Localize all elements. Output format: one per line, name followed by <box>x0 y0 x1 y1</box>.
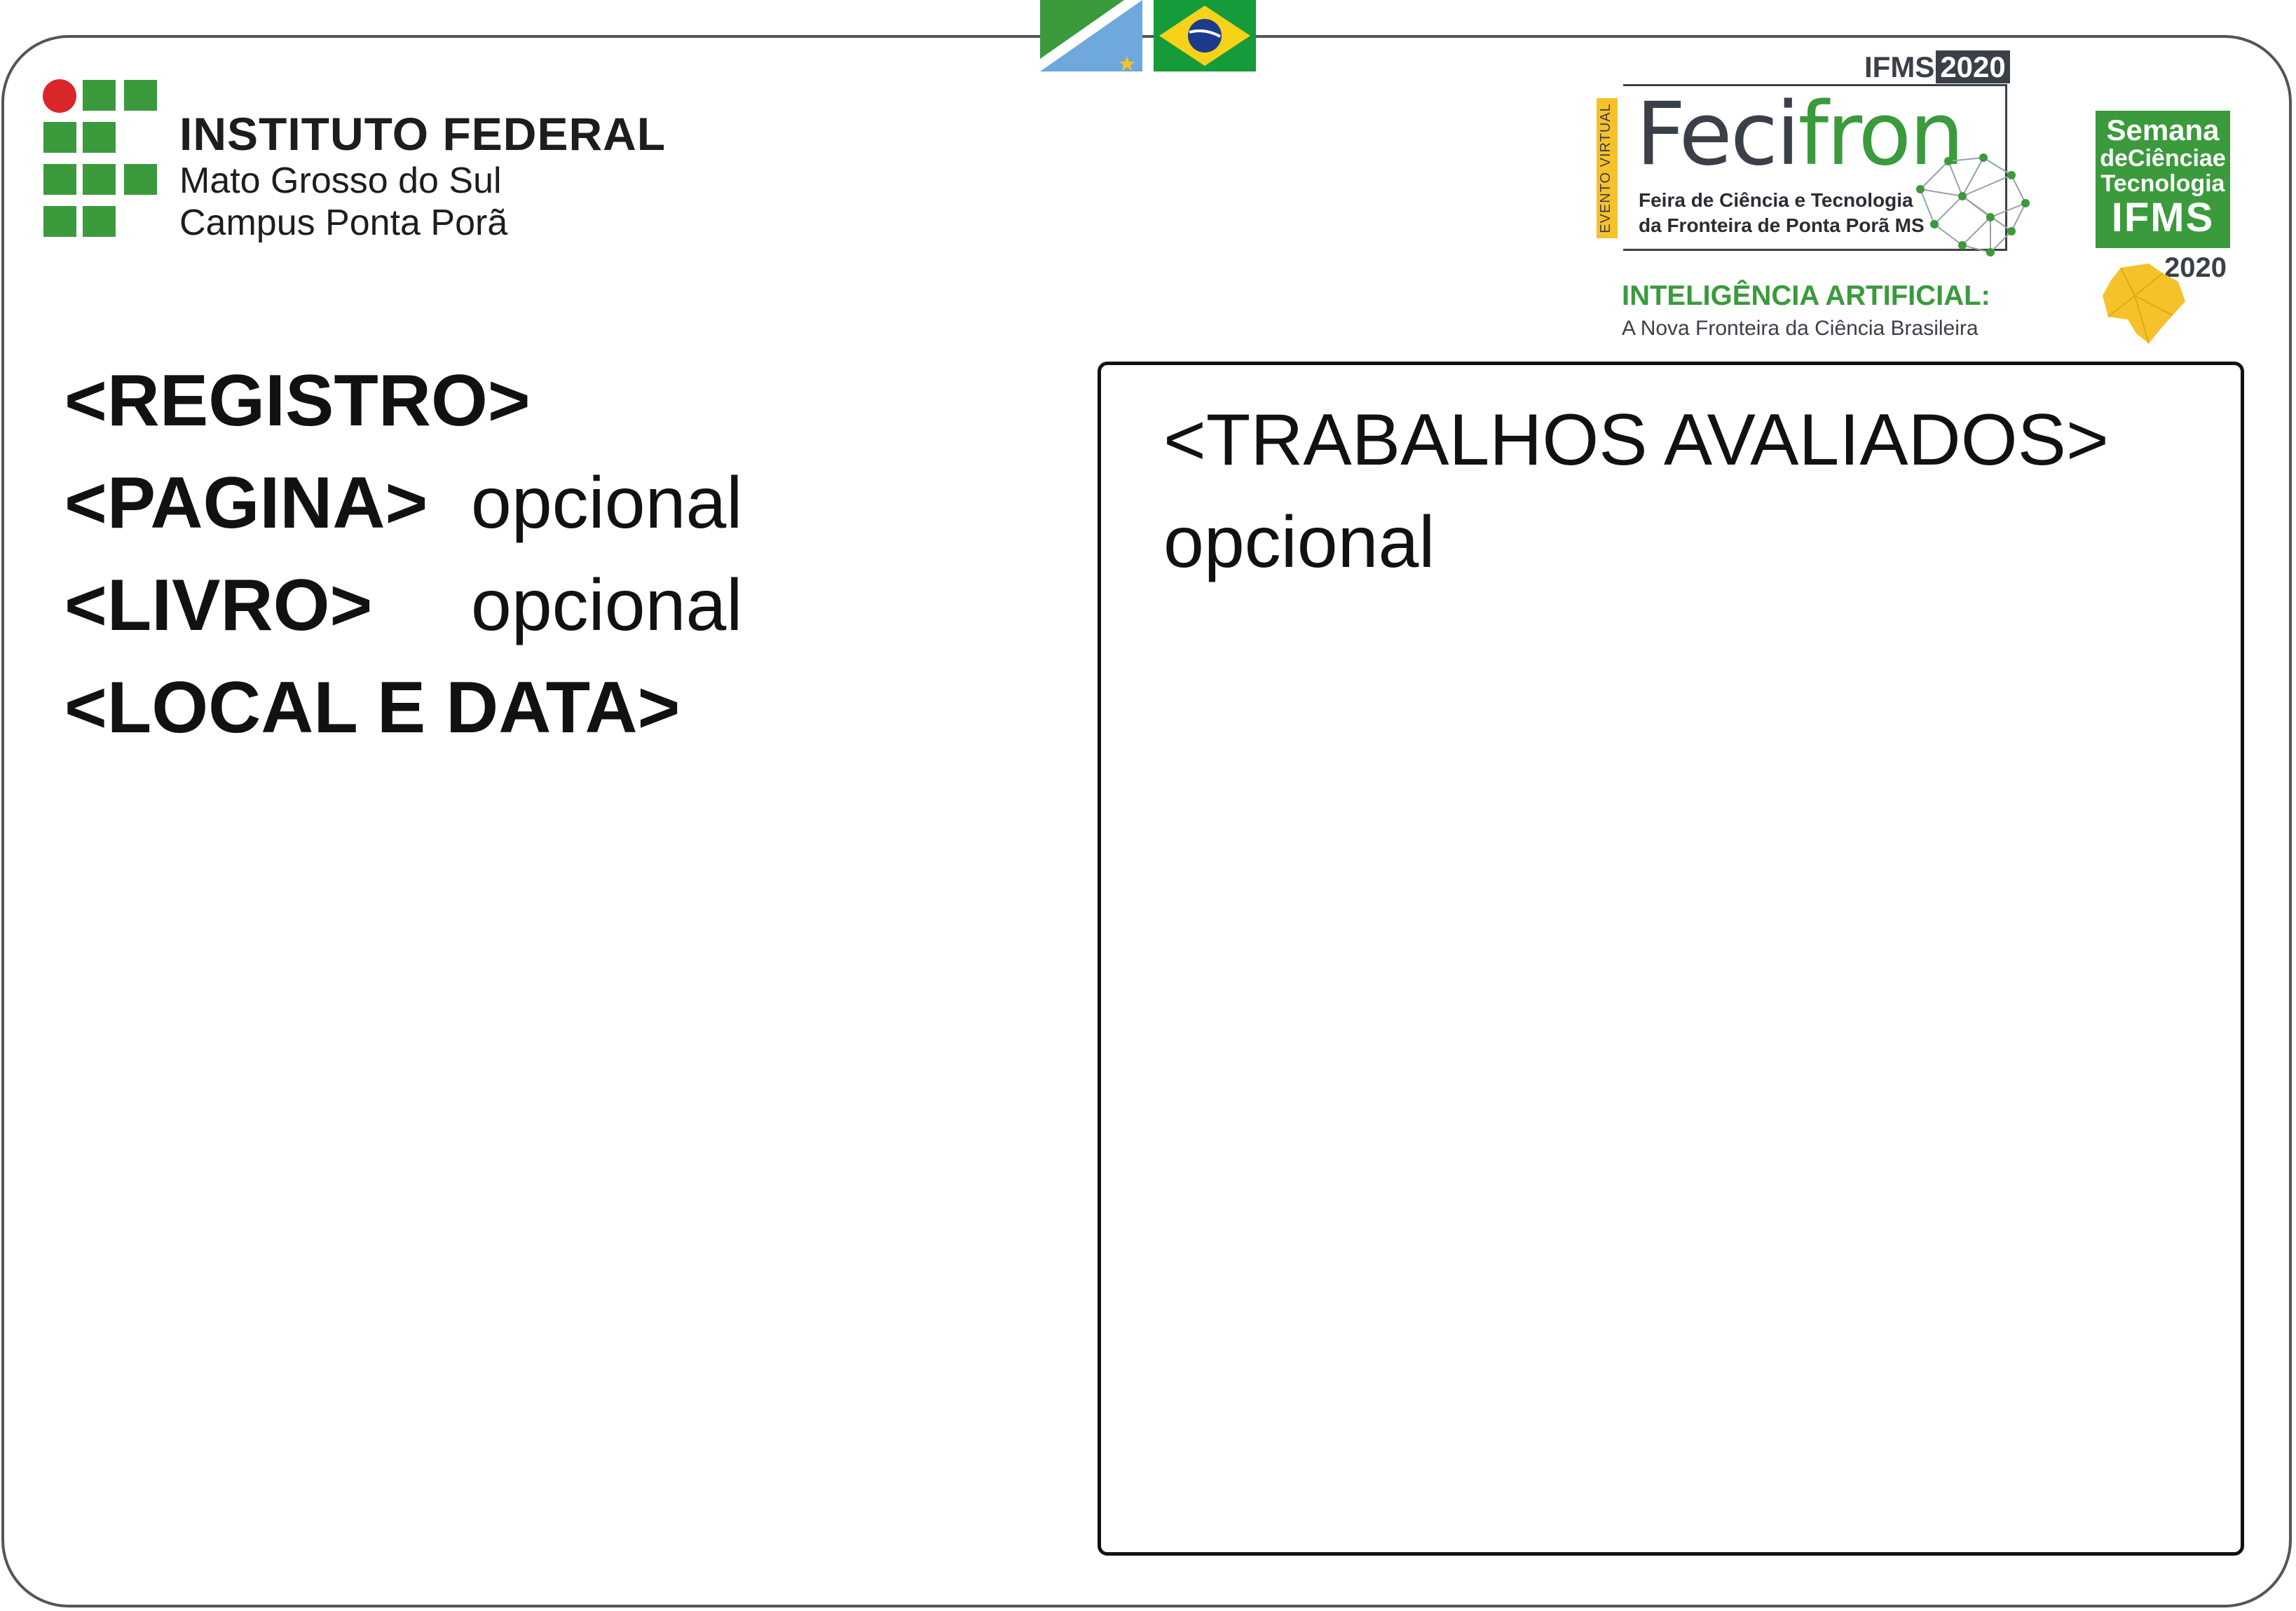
trabalhos-optional: opcional <box>1163 502 1435 583</box>
ms-map-icon <box>2103 263 2185 344</box>
ms-flag-icon <box>1040 0 1142 71</box>
registro-field: <REGISTRO> <box>64 360 531 441</box>
trabalhos-title: <TRABALHOS AVALIADOS> <box>1163 399 2109 481</box>
livro-optional: opcional <box>471 565 743 646</box>
fecifron-subtitle: Feira de Ciência e Tecnologia da Frontei… <box>1639 189 1925 236</box>
theme-title: INTELIGÊNCIA ARTIFICIAL: <box>1622 280 1990 311</box>
pagina-optional: opcional <box>471 462 743 544</box>
brain-network-icon <box>1916 153 2030 256</box>
pagina-field: <PAGINA> opcional <box>64 462 743 544</box>
evento-virtual-label: EVENTO VIRTUAL <box>1598 103 1613 233</box>
local-data-field: <LOCAL E DATA> <box>64 667 681 748</box>
institute-state: Mato Grosso do Sul <box>179 160 502 201</box>
semana-logo: Semana deCiênciae Tecnologia IFMS <box>2096 111 2230 248</box>
ifms-2020-label: IFMS 2020 <box>1864 50 2010 84</box>
livro-field: <LIVRO> opcional <box>64 565 743 646</box>
ifms-logo-icon <box>43 79 157 237</box>
theme-subtitle: A Nova Fronteira da Ciência Brasileira <box>1622 317 1979 340</box>
brazil-flag-icon <box>1154 0 1256 71</box>
institute-campus: Campus Ponta Porã <box>179 203 508 243</box>
institute-title: INSTITUTO FEDERAL <box>179 108 667 160</box>
institute-name: INSTITUTO FEDERAL Mato Grosso do Sul Cam… <box>179 111 666 241</box>
